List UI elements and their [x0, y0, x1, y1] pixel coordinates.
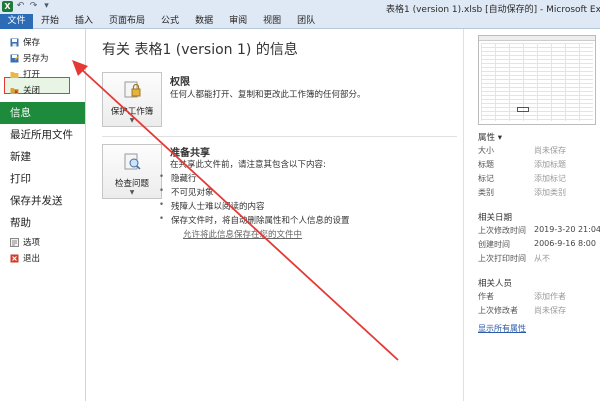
prop-row-title[interactable]: 标题 添加标题 [478, 159, 598, 171]
tab-page-layout[interactable]: 页面布局 [101, 14, 153, 29]
window-title: 表格1 (version 1).xlsb [自动保存的] - Microsoft… [386, 5, 600, 15]
nav-options-label: 选项 [23, 238, 41, 248]
nav-close[interactable]: 关闭 [0, 82, 85, 98]
prepare-text: 在共享此文件前，请注意其包含以下内容: [170, 160, 326, 170]
check-issues-label: 检查问题 [114, 179, 149, 189]
undo-icon[interactable]: ↶ [15, 1, 26, 12]
nav-exit[interactable]: 退出 [0, 250, 85, 266]
nav-print[interactable]: 打印 [0, 168, 85, 190]
lock-key-icon [124, 81, 141, 98]
prop-key: 上次修改时间 [478, 226, 526, 235]
prop-row-tags[interactable]: 标记 添加标记 [478, 173, 598, 185]
folder-open-icon [10, 71, 19, 78]
nav-new[interactable]: 新建 [0, 146, 85, 168]
allow-save-info-link[interactable]: 允许将此信息保存在您的文件中 [183, 228, 302, 240]
date-row-created: 创建时间 2006-9-16 8:00 [478, 239, 598, 251]
nav-save-label: 保存 [23, 38, 41, 48]
chevron-down-icon: ▼ [129, 189, 135, 196]
page-title: 有关 表格1 (version 1) 的信息 [102, 42, 298, 58]
nav-options[interactable]: 选项 [0, 234, 85, 250]
document-thumbnail [478, 35, 596, 125]
prop-key: 创建时间 [478, 240, 510, 249]
prop-value: 尚未保存 [534, 306, 566, 315]
quick-access-toolbar: X ↶ ↷ ▾ [2, 1, 52, 14]
tab-review[interactable]: 审阅 [221, 14, 255, 29]
nav-open-label: 打开 [23, 70, 41, 80]
thumbnail-selected-cell [517, 107, 529, 112]
prop-value: 2019-3-20 21:04 [534, 225, 600, 234]
nav-save-as-label: 另存为 [23, 54, 49, 64]
backstage-nav: 保存 另存为 打开 关闭 信息 最近所用文件 新建 打印 保存并发送 帮助 选项… [0, 29, 86, 401]
redo-icon[interactable]: ↷ [28, 1, 39, 12]
tab-file[interactable]: 文件 [0, 14, 33, 29]
properties-panel: 属性 ▾ 大小 尚未保存 标题 添加标题 标记 添加标记 类别 添加类别 相关日… [463, 29, 600, 401]
add-title-field[interactable]: 添加标题 [534, 159, 566, 170]
list-item: 隐藏行 [159, 172, 196, 184]
nav-close-label: 关闭 [23, 86, 41, 96]
prop-key: 作者 [478, 292, 494, 301]
add-tags-field[interactable]: 添加标记 [534, 173, 566, 184]
list-item: 不可见对象 [159, 186, 213, 198]
add-category-field[interactable]: 添加类别 [534, 187, 566, 198]
save-as-icon [10, 54, 19, 62]
check-issues-button[interactable]: 检查问题 ▼ [102, 144, 162, 199]
show-all-properties-link[interactable]: 显示所有属性 [478, 323, 526, 334]
permissions-heading: 权限 [170, 77, 190, 88]
date-row-modified: 上次修改时间 2019-3-20 21:04 [478, 225, 600, 237]
list-item: 保存文件时，将自动删除属性和个人信息的设置 [159, 214, 349, 226]
nav-recent[interactable]: 最近所用文件 [0, 124, 85, 146]
exit-icon [10, 254, 19, 262]
nav-exit-label: 退出 [23, 254, 41, 264]
related-dates-header: 相关日期 [478, 213, 513, 223]
thumbnail-grid [481, 43, 593, 121]
tab-formulas[interactable]: 公式 [153, 14, 187, 29]
add-author-field[interactable]: 添加作者 [534, 291, 566, 302]
prop-value: 尚未保存 [534, 146, 566, 155]
close-file-icon [10, 87, 19, 94]
people-row-author[interactable]: 作者 添加作者 [478, 291, 598, 303]
people-row-last-modified-by: 上次修改者 尚未保存 [478, 305, 598, 317]
prepare-heading: 准备共享 [170, 148, 210, 159]
tab-insert[interactable]: 插入 [67, 14, 101, 29]
protect-workbook-label: 保护工作簿 [110, 107, 154, 117]
date-row-printed: 上次打印时间 从不 [478, 253, 598, 265]
nav-info[interactable]: 信息 [0, 102, 85, 124]
customize-qat-icon[interactable]: ▾ [41, 1, 52, 12]
nav-save-send[interactable]: 保存并发送 [0, 190, 85, 212]
list-item: 残障人士难以阅读的内容 [159, 200, 264, 212]
tab-view[interactable]: 视图 [255, 14, 289, 29]
related-people-header: 相关人员 [478, 279, 513, 289]
prop-row-category[interactable]: 类别 添加类别 [478, 187, 598, 199]
tab-home[interactable]: 开始 [33, 14, 67, 29]
title-bar: X ↶ ↷ ▾ 表格1 (version 1).xlsb [自动保存的] - M… [0, 0, 600, 29]
properties-header[interactable]: 属性 ▾ [478, 131, 502, 143]
excel-app-icon: X [2, 1, 13, 12]
section-divider [102, 136, 457, 137]
nav-save[interactable]: 保存 [0, 34, 85, 50]
inspect-document-icon [124, 153, 141, 170]
prop-key: 标题 [478, 160, 494, 169]
nav-save-as[interactable]: 另存为 [0, 50, 85, 66]
tab-team[interactable]: 团队 [289, 14, 323, 29]
chevron-down-icon: ▼ [129, 117, 135, 124]
prop-value: 2006-9-16 8:00 [534, 239, 596, 248]
nav-open[interactable]: 打开 [0, 66, 85, 82]
tab-data[interactable]: 数据 [187, 14, 221, 29]
nav-help[interactable]: 帮助 [0, 212, 85, 234]
ribbon-tabs: 文件 开始 插入 页面布局 公式 数据 审阅 视图 团队 [0, 14, 323, 29]
prop-key: 大小 [478, 146, 494, 155]
info-main: 有关 表格1 (version 1) 的信息 保护工作簿 ▼ 权限 任何人都能打… [87, 29, 463, 401]
prop-key: 标记 [478, 174, 494, 183]
thumbnail-header [479, 36, 595, 41]
options-icon [10, 237, 19, 247]
prop-row-size: 大小 尚未保存 [478, 145, 598, 157]
save-icon [10, 38, 19, 46]
permissions-text: 任何人都能打开、复制和更改此工作簿的任何部分。 [170, 90, 366, 100]
prop-key: 上次修改者 [478, 306, 518, 315]
protect-workbook-button[interactable]: 保护工作簿 ▼ [102, 72, 162, 127]
prop-key: 类别 [478, 188, 494, 197]
prop-value: 从不 [534, 254, 550, 263]
prop-key: 上次打印时间 [478, 254, 526, 263]
